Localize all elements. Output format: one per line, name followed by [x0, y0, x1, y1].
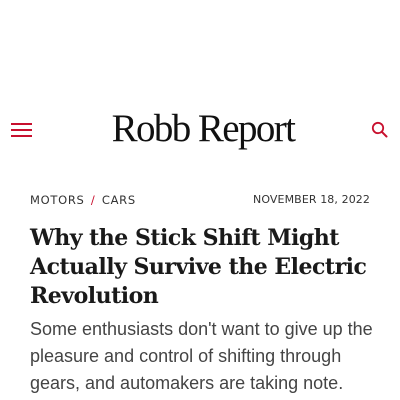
article-meta: MOTORS / CARS NOVEMBER 18, 2022	[30, 193, 370, 209]
breadcrumb-section-link[interactable]: MOTORS	[30, 193, 85, 207]
search-icon[interactable]	[370, 120, 390, 140]
site-header: Robb Report	[0, 100, 400, 160]
article-dek: Some enthusiasts don't want to give up t…	[30, 319, 373, 393]
breadcrumb-separator: /	[90, 193, 96, 207]
article-date: NOVEMBER 18, 2022	[253, 193, 370, 206]
breadcrumb: MOTORS / CARS	[30, 193, 136, 207]
article-headline: Why the Stick Shift Might Actually Survi…	[30, 225, 367, 309]
breadcrumb-subsection-link[interactable]: CARS	[102, 193, 136, 207]
site-logo[interactable]: Robb Report	[0, 106, 400, 152]
